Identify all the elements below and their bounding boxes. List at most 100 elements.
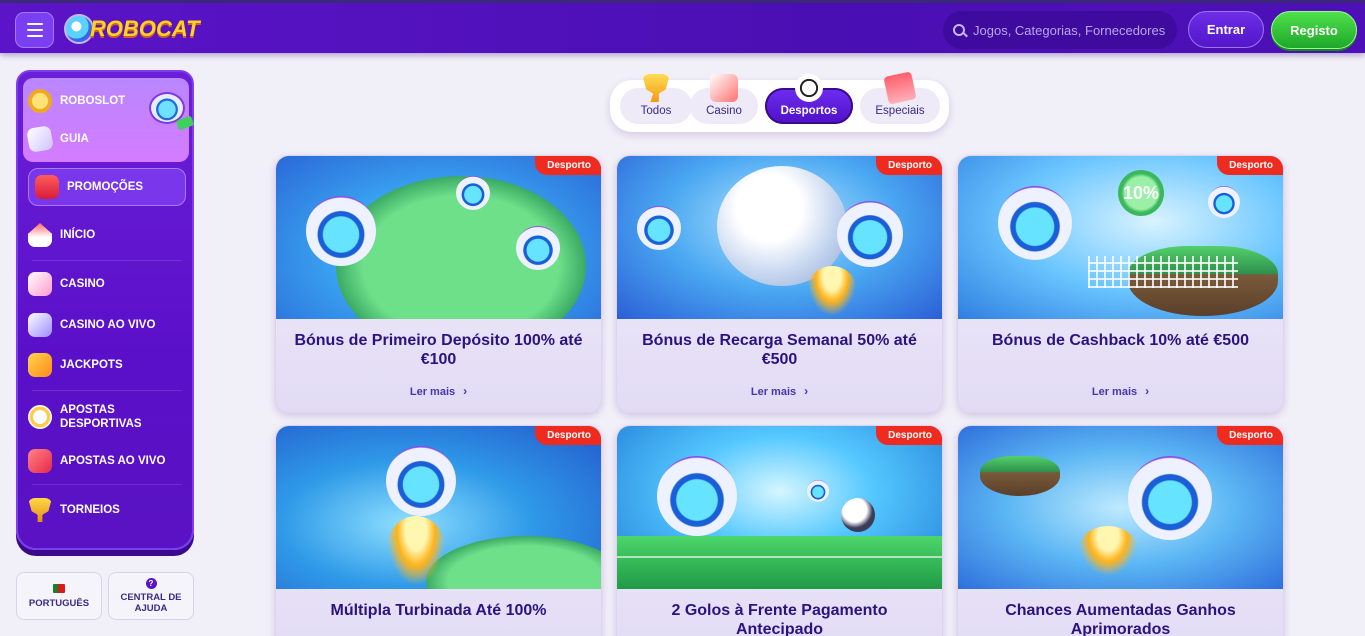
tab-desportos[interactable]: Desportos: [765, 74, 853, 124]
robot-mascot-icon: [306, 196, 376, 266]
read-more-link[interactable]: Ler mais ›: [617, 384, 942, 398]
sidebar-item-jackpots[interactable]: JACKPOTS: [28, 348, 188, 382]
promo-image: 10% Desporto: [958, 156, 1283, 319]
sidebar-item-label: JACKPOTS: [60, 359, 123, 371]
language-label: PORTUGUÊS: [28, 597, 90, 609]
help-label: CENTRAL DE AJUDA: [120, 592, 182, 614]
search-input[interactable]: Jogos, Categorias, Fornecedores: [943, 11, 1177, 49]
robot-mascot-icon: [657, 456, 737, 536]
read-more-link[interactable]: Ler mais ›: [276, 384, 601, 398]
cashback-percent-icon: 10%: [1118, 170, 1164, 216]
jackpot-icon: [28, 353, 52, 377]
portugal-flag-icon: [53, 583, 65, 593]
category-badge: Desporto: [876, 426, 942, 445]
cards-icon: [28, 313, 52, 337]
promo-card[interactable]: Desporto 2 Golos à Frente Pagamento Ante…: [616, 425, 943, 636]
menu-button[interactable]: [15, 12, 54, 48]
tab-casino[interactable]: Casino: [690, 74, 758, 124]
sidebar-item-guia[interactable]: GUIA: [26, 122, 188, 156]
help-center-button[interactable]: ? CENTRAL DE AJUDA: [108, 572, 194, 620]
category-badge: Desporto: [535, 156, 601, 175]
promo-image: Desporto: [276, 426, 601, 589]
sidebar-item-label: CASINO: [60, 278, 105, 290]
sidebar-item-label: TORNEIOS: [60, 504, 120, 516]
robot-mascot-icon: [837, 201, 903, 267]
promo-title: Bónus de Recarga Semanal 50% até €500: [642, 332, 917, 368]
promo-image: Desporto: [276, 156, 601, 319]
chevron-right-icon: ›: [463, 384, 468, 398]
tab-label: Todos: [640, 105, 672, 117]
tab-label: Desportos: [780, 105, 838, 117]
sidebar-item-label: APOSTAS DESPORTIVAS: [60, 404, 142, 430]
promo-image: Desporto: [617, 156, 942, 319]
trophy-icon: [642, 74, 670, 102]
sidebar: ROBOSLOT GUIA PROMOÇÕES INÍCIO CASINO CA…: [16, 70, 195, 550]
tab-especiais[interactable]: Especiais: [860, 71, 940, 124]
top-header: ROBOCAT Jogos, Categorias, Fornecedores …: [0, 3, 1365, 53]
language-selector[interactable]: PORTUGUÊS: [16, 572, 102, 620]
gift-box-icon: [883, 71, 917, 105]
trophy-icon: [28, 498, 52, 522]
sidebar-item-roboslot[interactable]: ROBOSLOT: [28, 84, 188, 118]
search-icon: [953, 24, 965, 36]
promo-card[interactable]: Desporto Bónus de Recarga Semanal 50% at…: [616, 155, 943, 413]
hamburger-icon: [26, 23, 43, 25]
chevron-right-icon: ›: [804, 384, 809, 398]
sidebar-divider: [32, 390, 182, 391]
sidebar-item-apostas-desportivas[interactable]: APOSTAS DESPORTIVAS: [28, 400, 188, 434]
sidebar-divider: [32, 260, 182, 261]
promo-title: Múltipla Turbinada Até 100%: [330, 602, 547, 619]
promo-title: Bónus de Primeiro Depósito 100% até €100: [294, 332, 583, 368]
coin-icon: [28, 89, 52, 113]
sidebar-item-inicio[interactable]: INÍCIO: [28, 218, 188, 252]
sidebar-item-label: CASINO AO VIVO: [60, 319, 156, 331]
tab-label: Casino: [706, 105, 742, 117]
robot-mascot-icon: [386, 446, 456, 516]
sidebar-item-promocoes[interactable]: PROMOÇÕES: [28, 168, 186, 206]
home-icon: [28, 223, 52, 247]
football-icon: [795, 74, 823, 102]
tab-todos[interactable]: Todos: [620, 74, 692, 124]
promo-card[interactable]: Desporto Chances Aumentadas Ganhos Aprim…: [957, 425, 1284, 636]
sidebar-item-casino[interactable]: CASINO: [28, 267, 188, 301]
promo-title: Chances Aumentadas Ganhos Aprimorados: [1005, 602, 1236, 636]
sidebar-item-label: PROMOÇÕES: [67, 181, 144, 193]
sidebar-item-label: GUIA: [60, 133, 89, 145]
category-badge: Desporto: [1217, 156, 1283, 175]
football-icon: [841, 498, 875, 532]
slot-icon: [28, 272, 52, 296]
register-button[interactable]: Registo: [1271, 11, 1357, 49]
robot-mascot-icon: [1128, 456, 1212, 540]
sidebar-item-casino-ao-vivo[interactable]: CASINO AO VIVO: [28, 308, 188, 342]
sidebar-item-label: ROBOSLOT: [60, 95, 126, 107]
promo-image: Desporto: [958, 426, 1283, 589]
read-more-link[interactable]: Ler mais ›: [958, 384, 1283, 398]
site-logo[interactable]: ROBOCAT: [64, 11, 200, 47]
logo-text: ROBOCAT: [90, 16, 200, 41]
sidebar-divider: [32, 484, 182, 485]
category-badge: Desporto: [876, 156, 942, 175]
category-badge: Desporto: [535, 426, 601, 445]
sidebar-item-torneios[interactable]: TORNEIOS: [28, 493, 188, 527]
slot-machine-icon: [710, 74, 738, 102]
login-button[interactable]: Entrar: [1188, 11, 1264, 48]
chevron-right-icon: ›: [1145, 384, 1150, 398]
category-badge: Desporto: [1217, 426, 1283, 445]
promo-image: Desporto: [617, 426, 942, 589]
tennis-net-icon: [1088, 256, 1238, 288]
robot-mascot-icon: [998, 186, 1072, 260]
sidebar-item-label: APOSTAS AO VIVO: [60, 455, 166, 467]
promo-card[interactable]: 10% Desporto Bónus de Cashback 10% até €…: [957, 155, 1284, 413]
gift-icon: [35, 175, 59, 199]
sidebar-item-label: INÍCIO: [60, 229, 96, 241]
guide-icon: [26, 125, 54, 153]
promo-card[interactable]: Desporto Bónus de Primeiro Depósito 100%…: [275, 155, 602, 413]
sidebar-item-apostas-ao-vivo[interactable]: APOSTAS AO VIVO: [28, 444, 188, 478]
football-icon: [28, 405, 52, 429]
help-icon: ?: [145, 578, 157, 589]
promo-title: 2 Golos à Frente Pagamento Antecipado: [671, 602, 888, 636]
live-icon: [28, 449, 52, 473]
promo-card[interactable]: Desporto Múltipla Turbinada Até 100%: [275, 425, 602, 636]
tab-label: Especiais: [875, 105, 925, 117]
promo-title: Bónus de Cashback 10% até €500: [991, 332, 1249, 349]
